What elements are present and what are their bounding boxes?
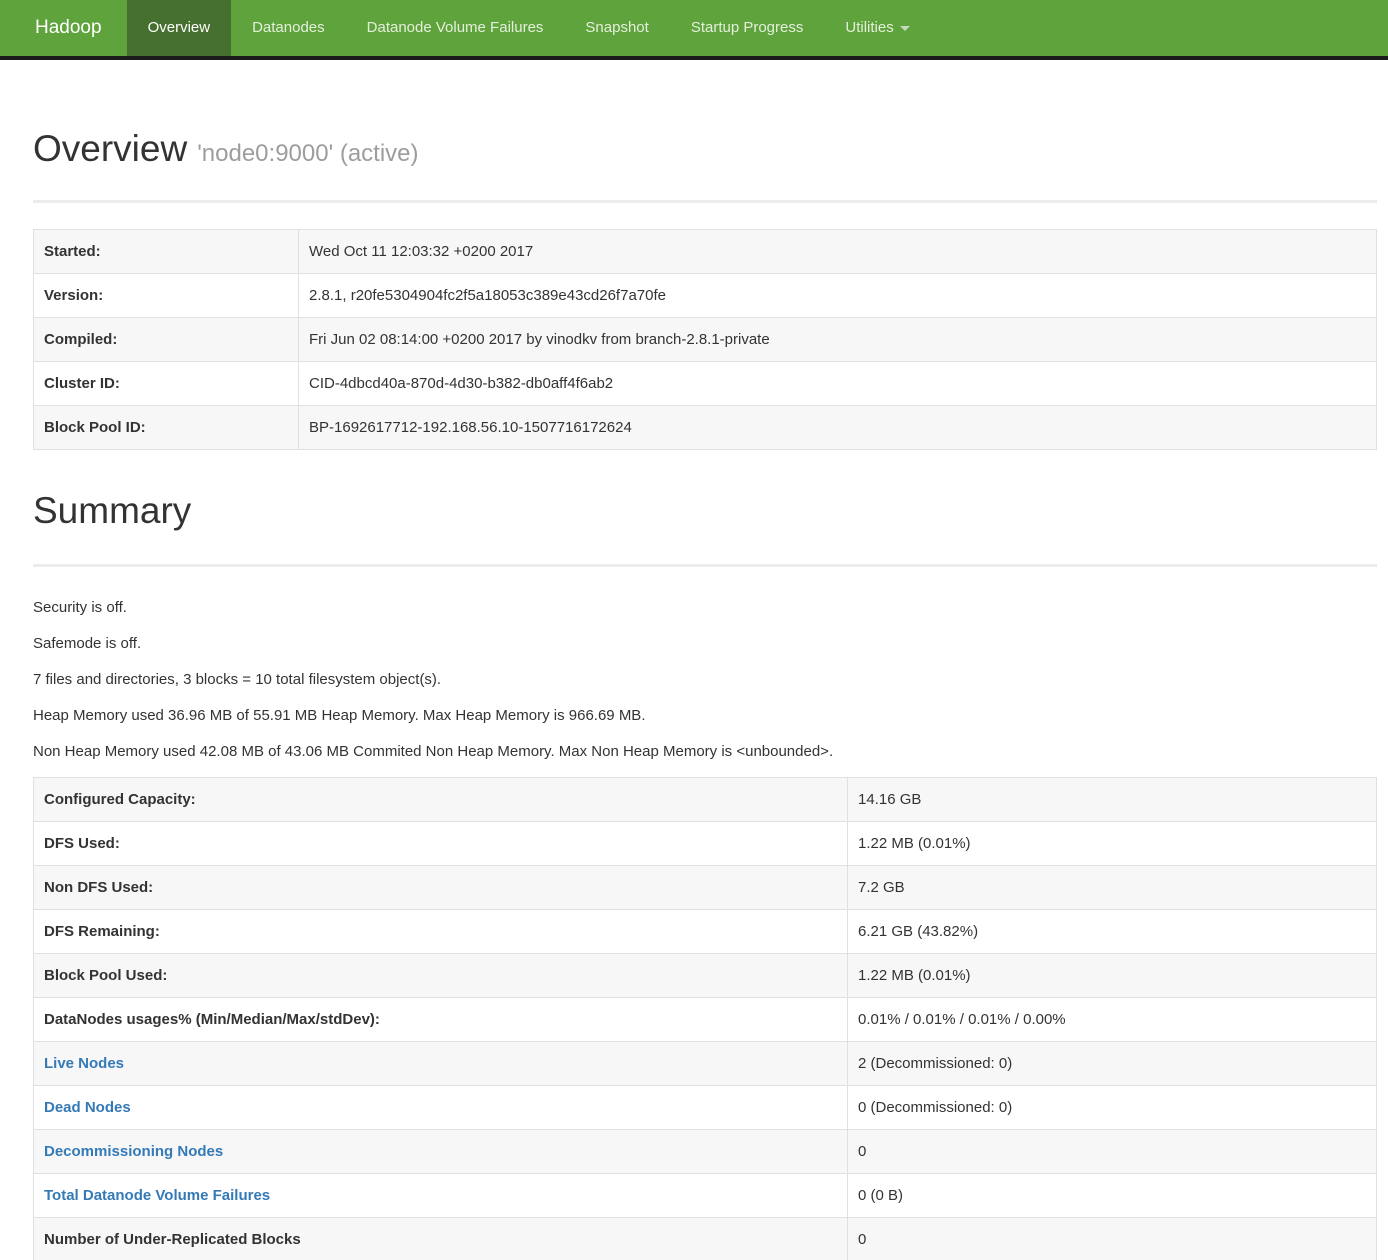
summary-row-decommissioning-nodes: Decommissioning Nodes 0 [34,1130,1377,1174]
row-label: DFS Remaining: [34,910,848,954]
row-label: Configured Capacity: [34,778,848,822]
row-value: 14.16 GB [848,778,1377,822]
dead-nodes-link[interactable]: Dead Nodes [44,1099,131,1116]
row-value: 1.22 MB (0.01%) [848,954,1377,998]
row-value: Wed Oct 11 12:03:32 +0200 2017 [299,230,1377,274]
live-nodes-link[interactable]: Live Nodes [44,1055,124,1072]
row-label: Non DFS Used: [34,866,848,910]
main-container: Overview 'node0:9000' (active) Started:We… [33,128,1377,1260]
summary-row-dfs-used: DFS Used:1.22 MB (0.01%) [34,822,1377,866]
row-label: DFS Used: [34,822,848,866]
page-subtitle: 'node0:9000' (active) [197,140,418,167]
row-label: Dead Nodes [34,1086,848,1130]
nav-tab-datanodes[interactable]: Datanodes [231,0,346,56]
row-label: Block Pool Used: [34,954,848,998]
row-value: 0 (0 B) [848,1174,1377,1218]
row-label: Cluster ID: [34,362,299,406]
row-value: 7.2 GB [848,866,1377,910]
nav-tabs: OverviewDatanodesDatanode Volume Failure… [127,0,931,56]
summary-row-non-dfs-used: Non DFS Used:7.2 GB [34,866,1377,910]
summary-row-configured-capacity: Configured Capacity:14.16 GB [34,778,1377,822]
summary-row-dead-nodes: Dead Nodes 0 (Decommissioned: 0) [34,1086,1377,1130]
nav-tab-snapshot[interactable]: Snapshot [564,0,669,56]
top-navbar: Hadoop OverviewDatanodesDatanode Volume … [0,0,1388,60]
row-label: Total Datanode Volume Failures [34,1174,848,1218]
summary-paragraph-4: Heap Memory used 36.96 MB of 55.91 MB He… [33,705,1377,726]
info-row-cluster-id: Cluster ID:CID-4dbcd40a-870d-4d30-b382-d… [34,362,1377,406]
navbar-bottom-strip [0,56,1388,60]
summary-paragraph-1: Security is off. [33,597,1377,618]
row-value: Fri Jun 02 08:14:00 +0200 2017 by vinodk… [299,318,1377,362]
info-row-started: Started:Wed Oct 11 12:03:32 +0200 2017 [34,230,1377,274]
row-value: 0 (Decommissioned: 0) [848,1086,1377,1130]
row-label: Started: [34,230,299,274]
caret-down-icon [900,26,910,31]
row-label: Compiled: [34,318,299,362]
row-label: Version: [34,274,299,318]
summary-paragraph-3: 7 files and directories, 3 blocks = 10 t… [33,669,1377,690]
row-value: BP-1692617712-192.168.56.10-150771617262… [299,406,1377,450]
nav-tab-startup-progress[interactable]: Startup Progress [670,0,825,56]
row-label: Live Nodes [34,1042,848,1086]
page-header: Overview 'node0:9000' (active) [33,128,1377,203]
row-value: 0.01% / 0.01% / 0.01% / 0.00% [848,998,1377,1042]
summary-row-block-pool-used: Block Pool Used:1.22 MB (0.01%) [34,954,1377,998]
row-value: CID-4dbcd40a-870d-4d30-b382-db0aff4f6ab2 [299,362,1377,406]
nav-tab-datanode-volume-failures[interactable]: Datanode Volume Failures [346,0,565,56]
nav-tab-utilities[interactable]: Utilities [824,0,930,56]
summary-paragraphs: Security is off. Safemode is off. 7 files … [33,597,1377,762]
page-title: Overview 'node0:9000' (active) [33,128,1377,174]
summary-paragraph-5: Non Heap Memory used 42.08 MB of 43.06 M… [33,741,1377,762]
row-label: Number of Under-Replicated Blocks [34,1218,848,1260]
info-row-compiled: Compiled:Fri Jun 02 08:14:00 +0200 2017 … [34,318,1377,362]
info-row-block-pool-id: Block Pool ID:BP-1692617712-192.168.56.1… [34,406,1377,450]
row-value: 2 (Decommissioned: 0) [848,1042,1377,1086]
row-label: Decommissioning Nodes [34,1130,848,1174]
row-value: 0 [848,1218,1377,1260]
row-value: 2.8.1, r20fe5304904fc2f5a18053c389e43cd2… [299,274,1377,318]
summary-row-live-nodes: Live Nodes 2 (Decommissioned: 0) [34,1042,1377,1086]
summary-row-dfs-remaining: DFS Remaining:6.21 GB (43.82%) [34,910,1377,954]
navbar-inner: Hadoop OverviewDatanodesDatanode Volume … [0,0,1388,56]
row-label: DataNodes usages% (Min/Median/Max/stdDev… [34,998,848,1042]
row-value: 1.22 MB (0.01%) [848,822,1377,866]
nav-tab-overview[interactable]: Overview [127,0,232,56]
summary-row-total-datanode-volume-failures: Total Datanode Volume Failures 0 (0 B) [34,1174,1377,1218]
decommissioning-nodes-link[interactable]: Decommissioning Nodes [44,1143,223,1160]
summary-paragraph-2: Safemode is off. [33,633,1377,654]
summary-title: Summary [33,490,1377,531]
total-datanode-volume-failures-link[interactable]: Total Datanode Volume Failures [44,1187,270,1204]
overview-info-table: Started:Wed Oct 11 12:03:32 +0200 2017Ve… [33,229,1377,450]
row-value: 6.21 GB (43.82%) [848,910,1377,954]
page-title-text: Overview [33,128,187,169]
row-label: Block Pool ID: [34,406,299,450]
brand-link[interactable]: Hadoop [16,0,121,56]
summary-header: Summary [33,490,1377,567]
info-row-version: Version:2.8.1, r20fe5304904fc2f5a18053c3… [34,274,1377,318]
summary-row-datanodes-usages-min-median-max-stddev: DataNodes usages% (Min/Median/Max/stdDev… [34,998,1377,1042]
summary-row-number-of-under-replicated-blocks: Number of Under-Replicated Blocks0 [34,1218,1377,1260]
row-value: 0 [848,1130,1377,1174]
summary-table: Configured Capacity:14.16 GBDFS Used:1.2… [33,777,1377,1260]
